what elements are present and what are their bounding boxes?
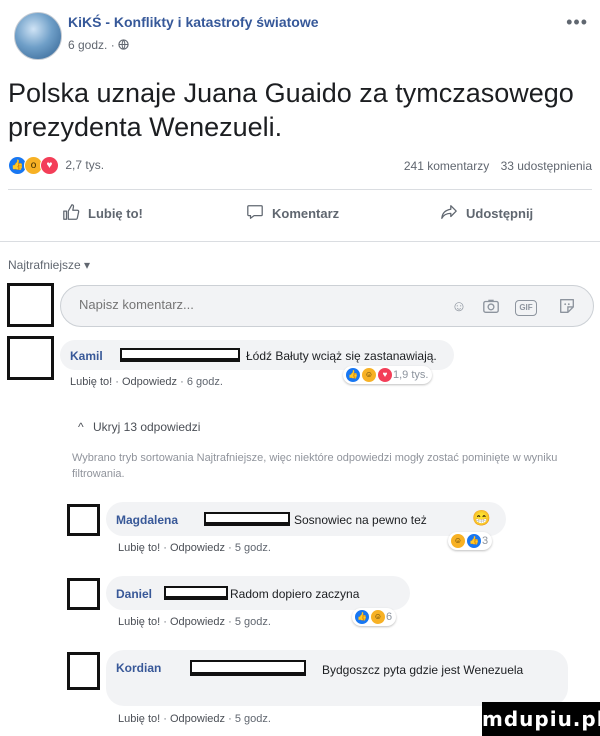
love-reaction-icon: ♥ (377, 367, 393, 383)
hide-replies-label: Ukryj 13 odpowiedzi (92, 420, 201, 434)
gif-icon[interactable]: GIF (515, 300, 537, 316)
haha-reaction-icon: ☺ (361, 367, 377, 383)
speech-bubble-icon (246, 203, 264, 224)
comment-button-label: Komentarz (272, 206, 340, 221)
comment-time[interactable]: 5 godz. (235, 713, 271, 725)
like-reaction-icon: 👍 (345, 367, 361, 383)
watermark: mdupiu.pl (482, 702, 600, 736)
shares-count[interactable]: 33 udostępnienia (501, 159, 592, 173)
more-options-icon[interactable]: ••• (566, 12, 588, 33)
comments-count[interactable]: 241 komentarzy (404, 159, 489, 173)
user-avatar (7, 283, 54, 327)
comment-input-box[interactable]: ☺ GIF (60, 285, 594, 327)
like-comment-link[interactable]: Lubię to! (118, 616, 160, 628)
reply-link[interactable]: Odpowiedz (122, 376, 177, 388)
reply-link[interactable]: Odpowiedz (170, 542, 225, 554)
comment-text: Łódź Bałuty wciąż się zastanawiają. (246, 349, 437, 363)
comment-button[interactable]: Komentarz (246, 203, 339, 224)
commenter-avatar[interactable] (67, 578, 100, 610)
redaction-box (204, 512, 290, 526)
haha-reaction-icon: ☺ (370, 609, 386, 625)
comment-time[interactable]: 6 godz. (187, 376, 223, 388)
hide-replies-link[interactable]: ^ Ukryj 13 odpowiedzi (78, 420, 200, 434)
divider (8, 189, 592, 190)
commenter-name[interactable]: Kamil (70, 349, 103, 363)
comment-bubble: Daniel Radom dopiero zaczyna (106, 576, 410, 610)
post-meta: 6 godz. · (68, 38, 129, 52)
page-avatar[interactable] (14, 12, 62, 60)
reply-link[interactable]: Odpowiedz (170, 616, 225, 628)
filter-notice: Wybrano tryb sortowania Najtrafniejsze, … (72, 452, 558, 480)
thumbs-up-icon (62, 203, 80, 224)
comment-bubble: Magdalena Sosnowiec na pewno też 😁 (106, 502, 506, 536)
share-button[interactable]: Udostępnij (440, 203, 533, 224)
share-button-label: Udostępnij (466, 206, 534, 221)
comment-actions: Lubię to! · Odpowiedz · 6 godz. (70, 376, 223, 388)
comment-text: Sosnowiec na pewno też (294, 513, 427, 527)
like-comment-link[interactable]: Lubię to! (118, 542, 160, 554)
reaction-count: 1,9 tys. (393, 369, 429, 381)
like-comment-link[interactable]: Lubię to! (70, 376, 112, 388)
comment-reactions[interactable]: 👍 ☺ ♥ 1,9 tys. (343, 366, 433, 384)
engagement-counts: 241 komentarzy 33 udostępnienia (404, 159, 592, 173)
commenter-name[interactable]: Daniel (116, 587, 152, 601)
reaction-summary: 👍 o ♥ 2,7 tys. 241 komentarzy 33 udostępni… (8, 156, 592, 178)
camera-icon[interactable] (481, 297, 501, 317)
like-button-label: Lubię to! (88, 206, 143, 221)
comment-input[interactable] (77, 296, 411, 313)
commenter-avatar[interactable] (7, 336, 54, 380)
globe-icon (118, 38, 129, 52)
page-name-link[interactable]: KiKŚ - Konflikty i katastrofy światowe (68, 14, 319, 30)
commenter-avatar[interactable] (67, 652, 100, 690)
reply-link[interactable]: Odpowiedz (170, 713, 225, 725)
emoji-icon[interactable]: ☺ (449, 297, 469, 317)
post-time[interactable]: 6 godz. · (68, 38, 115, 52)
chevron-up-icon: ^ (78, 420, 84, 434)
comment-actions: Lubię to! · Odpowiedz · 5 godz. (118, 542, 271, 554)
like-comment-link[interactable]: Lubię to! (118, 713, 160, 725)
commenter-avatar[interactable] (67, 504, 100, 536)
like-button[interactable]: Lubię to! (62, 203, 143, 224)
comment-reactions[interactable]: 👍 ☺ 6 (352, 608, 397, 626)
commenter-name[interactable]: Magdalena (116, 513, 178, 527)
reaction-count[interactable]: 2,7 tys. (65, 158, 104, 172)
divider (0, 241, 600, 242)
comment-text: Bydgoszcz pyta gdzie jest Wenezuela (322, 663, 524, 677)
reaction-count: 3 (482, 535, 489, 547)
comment-bubble: Kordian Bydgoszcz pyta gdzie jest Wenezu… (106, 650, 568, 706)
haha-reaction-icon: ☺ (450, 533, 466, 549)
comment-time[interactable]: 5 godz. (235, 542, 271, 554)
comment-text: Radom dopiero zaczyna (230, 587, 360, 601)
comment-reactions[interactable]: ☺ 👍 3 (448, 532, 493, 550)
comment-sort-dropdown[interactable]: Najtrafniejsze ▾ (8, 258, 90, 272)
comment-actions: Lubię to! · Odpowiedz · 5 godz. (118, 713, 271, 725)
reactions-icons[interactable]: 👍 o ♥ (8, 156, 59, 175)
like-reaction-icon: 👍 (466, 533, 482, 549)
comment-time[interactable]: 5 godz. (235, 616, 271, 628)
love-reaction-icon: ♥ (40, 156, 59, 175)
grinning-emoji-icon: 😁 (472, 510, 491, 527)
redaction-box (120, 348, 240, 362)
like-reaction-icon: 👍 (354, 609, 370, 625)
reaction-count: 6 (386, 611, 393, 623)
comment-actions: Lubię to! · Odpowiedz · 5 godz. (118, 616, 271, 628)
redaction-box (164, 586, 228, 600)
post-text: Polska uznaje Juana Guaido za tymczasowe… (8, 78, 574, 142)
sticker-icon[interactable] (557, 297, 577, 317)
share-arrow-icon (440, 203, 458, 224)
